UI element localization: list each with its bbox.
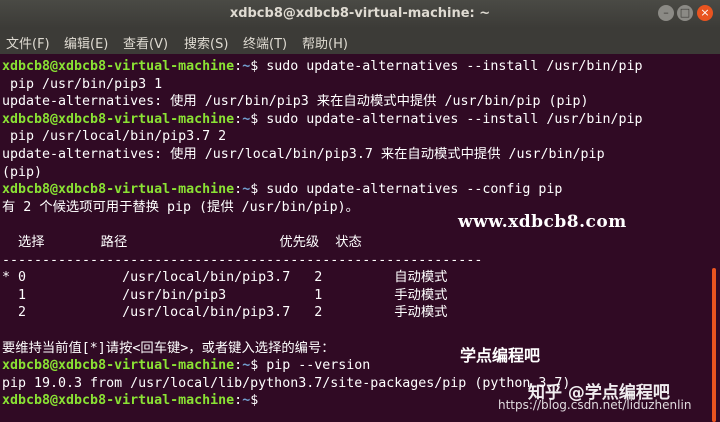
window-titlebar[interactable]: xdbcb8@xdbcb8-virtual-machine: ~ – □ × bbox=[0, 0, 720, 28]
prompt-path: ~ bbox=[242, 358, 251, 374]
prompt-path: ~ bbox=[242, 182, 251, 198]
prompt-line: xdbcb8@xdbcb8-virtual-machine:~$ sudo up… bbox=[2, 182, 563, 198]
prompt-line: xdbcb8@xdbcb8-virtual-machine:~$ pip --v… bbox=[2, 358, 371, 374]
output-line: pip 19.0.3 from /usr/local/lib/python3.7… bbox=[2, 375, 571, 391]
minimize-button[interactable]: – bbox=[658, 5, 674, 21]
menubar: 文件(F) 编辑(E) 查看(V) 搜索(S) 终端(T) 帮助(H) bbox=[0, 28, 720, 54]
command-text: pip --version bbox=[266, 358, 371, 374]
csdn-watermark: https://blog.csdn.net/liduzhenlin bbox=[498, 398, 692, 412]
prompt-line: xdbcb8@xdbcb8-virtual-machine:~$ sudo up… bbox=[2, 59, 643, 74]
menu-view[interactable]: 查看(V) bbox=[123, 33, 168, 52]
output-line: ----------------------------------------… bbox=[2, 252, 483, 268]
output-line: update-alternatives: 使用 /usr/local/bin/p… bbox=[2, 147, 605, 162]
prompt-user-host: xdbcb8@xdbcb8-virtual-machine bbox=[2, 182, 235, 198]
output-line: 1 /usr/bin/pip3 1 手动模式 bbox=[2, 287, 448, 303]
prompt-path: ~ bbox=[242, 393, 251, 409]
output-line: 2 /usr/local/bin/pip3.7 2 手动模式 bbox=[2, 305, 448, 321]
command-text: sudo update-alternatives --config pip bbox=[266, 182, 563, 198]
prompt-user-host: xdbcb8@xdbcb8-virtual-machine bbox=[2, 393, 235, 409]
menu-edit[interactable]: 编辑(E) bbox=[64, 33, 108, 52]
output-line: (pip) bbox=[2, 164, 43, 180]
prompt-line: xdbcb8@xdbcb8-virtual-machine:~$ sudo up… bbox=[2, 111, 643, 127]
menu-file[interactable]: 文件(F) bbox=[6, 33, 50, 52]
command-text: sudo update-alternatives --install /usr/… bbox=[266, 111, 643, 127]
command-text: sudo update-alternatives --install /usr/… bbox=[266, 59, 643, 74]
maximize-button[interactable]: □ bbox=[677, 5, 693, 21]
prompt-user-host: xdbcb8@xdbcb8-virtual-machine bbox=[2, 111, 235, 127]
output-line: pip /usr/bin/pip3 1 bbox=[2, 76, 163, 92]
prompt-user-host: xdbcb8@xdbcb8-virtual-machine bbox=[2, 358, 235, 374]
output-line: update-alternatives: 使用 /usr/bin/pip3 来在… bbox=[2, 94, 589, 110]
prompt-line: xdbcb8@xdbcb8-virtual-machine:~$ bbox=[2, 393, 267, 409]
site-watermark: www.xdbcb8.com bbox=[458, 212, 627, 232]
terminal-scrollbar[interactable] bbox=[712, 268, 716, 422]
output-line: 要维持当前值[*]请按<回车键>，或者键入选择的编号： bbox=[2, 340, 335, 356]
output-line: pip /usr/local/bin/pip3.7 2 bbox=[2, 129, 227, 145]
menu-terminal[interactable]: 终端(T) bbox=[243, 33, 287, 52]
close-button[interactable]: × bbox=[697, 5, 713, 21]
prompt-user-host: xdbcb8@xdbcb8-virtual-machine bbox=[2, 59, 235, 74]
menu-help[interactable]: 帮助(H) bbox=[302, 33, 348, 52]
window-title: xdbcb8@xdbcb8-virtual-machine: ~ bbox=[229, 6, 491, 21]
output-line: * 0 /usr/local/bin/pip3.7 2 自动模式 bbox=[2, 270, 448, 286]
channel-watermark: 学点编程吧 bbox=[460, 346, 541, 365]
menu-search[interactable]: 搜索(S) bbox=[184, 33, 228, 52]
output-line: 选择 路径 优先级 状态 bbox=[2, 235, 362, 250]
output-line: 有 2 个候选项可用于替换 pip (提供 /usr/bin/pip)。 bbox=[2, 199, 359, 215]
prompt-path: ~ bbox=[242, 59, 251, 74]
terminal-output[interactable]: xdbcb8@xdbcb8-virtual-machine:~$ sudo up… bbox=[0, 54, 714, 422]
prompt-path: ~ bbox=[242, 111, 251, 127]
